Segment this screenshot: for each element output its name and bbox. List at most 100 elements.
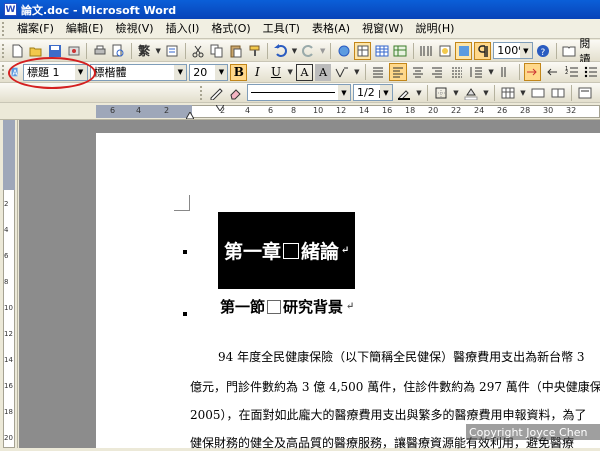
help-icon[interactable]: ? (535, 42, 552, 60)
chevron-down-icon[interactable]: ▼ (74, 64, 87, 80)
body-text-line[interactable]: 億元，門診件數約為 3 億 4,500 萬件，住診件數約為 297 萬件（中央健… (190, 378, 600, 395)
section-heading[interactable]: 第一節 研究背景 ↵ (220, 296, 354, 317)
paste-icon[interactable] (227, 42, 244, 60)
menu-grip[interactable] (2, 21, 5, 36)
chevron-down-icon[interactable]: ▼ (415, 84, 423, 102)
underline-button[interactable]: U (268, 64, 285, 81)
separator (266, 42, 268, 59)
ruler-tick: 2 (164, 106, 170, 115)
save-icon[interactable] (47, 42, 64, 60)
split-cells-icon[interactable] (549, 84, 567, 102)
text-direction-icon[interactable] (497, 63, 515, 81)
columns-icon[interactable] (418, 42, 435, 60)
menu-tools[interactable]: 工具(T) (257, 20, 306, 38)
tables-borders-icon[interactable] (354, 41, 372, 60)
merge-cells-icon[interactable] (529, 84, 547, 102)
chapter-heading[interactable]: 第一章 緒論 ↵ (218, 212, 355, 289)
undo-icon[interactable] (272, 42, 289, 60)
line-style-select[interactable]: ▼ (247, 84, 351, 101)
menu-view[interactable]: 檢視(V) (109, 20, 159, 38)
chevron-down-icon[interactable]: ▼ (452, 84, 460, 102)
paragraph-mark: ↵ (341, 245, 350, 256)
zoom-select[interactable]: 100% ▼ (493, 42, 533, 59)
svg-text:?: ? (541, 48, 546, 58)
research-icon[interactable] (164, 42, 181, 60)
show-hide-marks-icon[interactable] (474, 41, 492, 60)
menu-window[interactable]: 視窗(W) (356, 20, 409, 38)
bold-button[interactable]: B (230, 63, 248, 81)
read-icon[interactable] (561, 42, 578, 60)
chevron-down-icon[interactable]: ▼ (155, 42, 162, 60)
chevron-down-icon[interactable]: ▼ (482, 84, 490, 102)
ltr-icon[interactable] (523, 63, 542, 81)
chevron-down-icon[interactable]: ▼ (519, 43, 532, 58)
toolbar-grip[interactable] (200, 85, 203, 100)
align-left-icon[interactable] (389, 63, 407, 81)
toolbar-grip[interactable] (2, 43, 5, 58)
print-icon[interactable] (91, 42, 108, 60)
format-painter-icon[interactable] (246, 42, 263, 60)
italic-button[interactable]: I (249, 64, 266, 81)
cut-icon[interactable] (190, 42, 207, 60)
chevron-down-icon[interactable]: ▼ (286, 63, 294, 81)
permission-icon[interactable] (65, 42, 82, 60)
document-page[interactable] (96, 133, 600, 448)
align-center-icon[interactable] (409, 63, 427, 81)
menu-insert[interactable]: 插入(I) (160, 20, 206, 38)
outside-border-icon[interactable] (432, 84, 450, 102)
chevron-down-icon[interactable]: ▼ (519, 84, 527, 102)
character-shading-button[interactable]: A (314, 63, 332, 81)
eraser-icon[interactable] (227, 84, 245, 102)
rtl-icon[interactable] (543, 63, 561, 81)
chevron-down-icon[interactable]: ▼ (380, 85, 392, 100)
chevron-down-icon[interactable]: ▼ (487, 63, 495, 81)
chinese-conversion-icon[interactable]: 繁 (136, 42, 153, 60)
chevron-down-icon[interactable]: ▼ (319, 42, 326, 60)
font-select[interactable]: 標楷體 ▼ (89, 63, 188, 81)
border-color-icon[interactable] (395, 84, 413, 102)
menu-edit[interactable]: 編輯(E) (60, 20, 110, 38)
new-document-icon[interactable] (9, 42, 26, 60)
numbering-icon[interactable]: 12 (563, 63, 581, 81)
body-text-line[interactable]: 2005），在面對如此龐大的醫療費用支出與繁多的醫療費用申報資料，為了 (190, 406, 587, 423)
line-weight-select[interactable]: 1/2 p ▼ (353, 84, 393, 101)
toolbar-grip[interactable] (2, 65, 5, 79)
menu-help[interactable]: 說明(H) (410, 20, 461, 38)
body-text-line[interactable]: 94 年度全民健康保險（以下簡稱全民健保）醫療費用支出為新台幣 3 (218, 348, 585, 365)
vertical-ruler[interactable]: 2 4 6 8 10 12 14 16 18 20 (0, 120, 18, 448)
open-folder-icon[interactable] (28, 42, 45, 60)
shading-color-icon[interactable] (462, 84, 480, 102)
font-size-select[interactable]: 20 ▼ (189, 63, 229, 81)
styles-pane-icon[interactable]: A (9, 63, 21, 81)
style-select[interactable]: 標題 1 ▼ (22, 63, 88, 81)
align-cell-icon[interactable] (576, 84, 594, 102)
line-spacing-icon[interactable] (468, 63, 486, 81)
chevron-down-icon[interactable]: ▼ (353, 63, 361, 81)
document-map-icon[interactable] (455, 41, 473, 60)
insert-table-icon[interactable] (499, 84, 517, 102)
menu-table[interactable]: 表格(A) (306, 20, 356, 38)
hanging-indent-marker[interactable] (186, 112, 194, 119)
menu-file[interactable]: 檔案(F) (11, 20, 60, 38)
character-scale-icon[interactable] (333, 63, 351, 81)
insert-table-icon[interactable] (373, 42, 390, 60)
menu-format[interactable]: 格式(O) (205, 20, 256, 38)
character-border-button[interactable]: A (296, 63, 313, 81)
chevron-down-icon[interactable]: ▼ (174, 64, 187, 80)
first-line-indent-marker[interactable] (216, 105, 224, 111)
chevron-down-icon[interactable]: ▼ (338, 85, 350, 100)
justify-icon[interactable] (370, 63, 388, 81)
chevron-down-icon[interactable]: ▼ (215, 64, 228, 80)
distributed-icon[interactable] (448, 63, 466, 81)
chevron-down-icon[interactable]: ▼ (291, 42, 298, 60)
draw-table-icon[interactable] (207, 84, 225, 102)
insert-excel-icon[interactable] (392, 42, 409, 60)
horizontal-ruler[interactable]: 6 4 2 2 4 6 8 10 12 14 16 18 20 22 24 26… (0, 103, 600, 120)
redo-icon[interactable] (300, 42, 317, 60)
bullets-icon[interactable] (582, 63, 600, 81)
print-preview-icon[interactable] (110, 42, 127, 60)
drawing-icon[interactable] (437, 42, 454, 60)
hyperlink-icon[interactable] (335, 42, 352, 60)
align-right-icon[interactable] (428, 63, 446, 81)
copy-icon[interactable] (209, 42, 226, 60)
